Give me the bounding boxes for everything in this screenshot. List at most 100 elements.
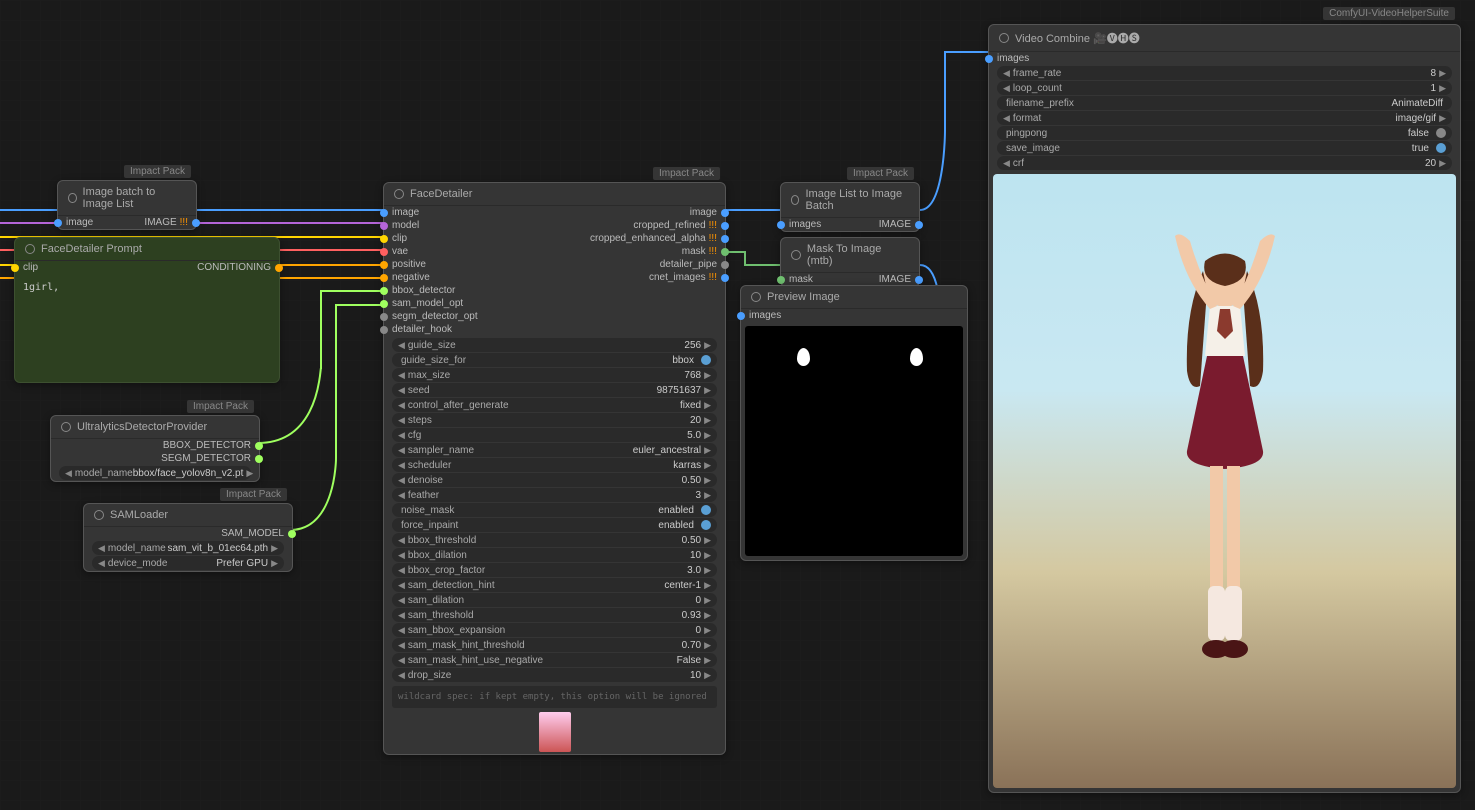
input-images[interactable]: images: [989, 52, 1460, 65]
chevron-left-icon[interactable]: ◀: [398, 460, 405, 471]
param-bbox_dilation[interactable]: ◀bbox_dilation10▶: [392, 548, 717, 562]
param-guide_size[interactable]: ◀guide_size256▶: [392, 338, 717, 352]
node-sam-loader[interactable]: Impact Pack SAMLoader SAM_MODEL ◀model_n…: [83, 503, 293, 572]
chevron-right-icon[interactable]: ▶: [704, 370, 711, 381]
param-scheduler[interactable]: ◀schedulerkarras▶: [392, 458, 717, 472]
output-detailer_pipe[interactable]: detailer_pipe: [384, 258, 725, 271]
param-sam_dilation[interactable]: ◀sam_dilation0▶: [392, 593, 717, 607]
output-sam-model[interactable]: SAM_MODEL: [84, 527, 292, 540]
node-facedetailer[interactable]: Impact Pack FaceDetailer imagemodelclipv…: [383, 182, 726, 755]
param-denoise[interactable]: ◀denoise0.50▶: [392, 473, 717, 487]
chevron-right-icon[interactable]: ▶: [704, 535, 711, 546]
chevron-right-icon[interactable]: ▶: [704, 445, 711, 456]
node-title[interactable]: UltralyticsDetectorProvider: [51, 416, 259, 439]
chevron-left-icon[interactable]: ◀: [398, 625, 405, 636]
param-model-name[interactable]: ◀model_namesam_vit_b_01ec64.pth▶: [92, 541, 284, 555]
chevron-right-icon[interactable]: ▶: [704, 610, 711, 621]
chevron-right-icon[interactable]: ▶: [1439, 158, 1446, 169]
chevron-left-icon[interactable]: ◀: [398, 445, 405, 456]
chevron-left-icon[interactable]: ◀: [1003, 158, 1010, 169]
chevron-right-icon[interactable]: ▶: [704, 400, 711, 411]
toggle-icon[interactable]: [701, 520, 711, 530]
chevron-left-icon[interactable]: ◀: [398, 385, 405, 396]
input-images[interactable]: images: [741, 309, 967, 322]
node-mask-to-image[interactable]: Mask To Image (mtb) mask IMAGE: [780, 237, 920, 287]
chevron-right-icon[interactable]: ▶: [1439, 68, 1446, 79]
chevron-right-icon[interactable]: ▶: [704, 655, 711, 666]
chevron-left-icon[interactable]: ◀: [398, 490, 405, 501]
output-bbox-detector[interactable]: BBOX_DETECTOR: [51, 439, 259, 452]
chevron-left-icon[interactable]: ◀: [398, 595, 405, 606]
chevron-right-icon[interactable]: ▶: [704, 430, 711, 441]
param-filename_prefix[interactable]: filename_prefixAnimateDiff: [997, 96, 1452, 110]
param-frame_rate[interactable]: ◀frame_rate8▶: [997, 66, 1452, 80]
chevron-left-icon[interactable]: ◀: [398, 430, 405, 441]
chevron-left-icon[interactable]: ◀: [398, 655, 405, 666]
chevron-left-icon[interactable]: ◀: [1003, 113, 1010, 124]
node-title[interactable]: SAMLoader: [84, 504, 292, 527]
chevron-left-icon[interactable]: ◀: [398, 370, 405, 381]
param-drop_size[interactable]: ◀drop_size10▶: [392, 668, 717, 682]
chevron-right-icon[interactable]: ▶: [704, 640, 711, 651]
wildcard-text[interactable]: wildcard spec: if kept empty, this optio…: [392, 686, 717, 708]
chevron-left-icon[interactable]: ◀: [398, 400, 405, 411]
output-image[interactable]: image: [384, 206, 725, 219]
chevron-left-icon[interactable]: ◀: [398, 580, 405, 591]
param-sam_bbox_expansion[interactable]: ◀sam_bbox_expansion0▶: [392, 623, 717, 637]
chevron-left-icon[interactable]: ◀: [398, 535, 405, 546]
output-image[interactable]: IMAGE!!!: [58, 216, 196, 229]
param-sam_mask_hint_threshold[interactable]: ◀sam_mask_hint_threshold0.70▶: [392, 638, 717, 652]
chevron-right-icon[interactable]: ▶: [704, 580, 711, 591]
chevron-left-icon[interactable]: ◀: [398, 610, 405, 621]
chevron-left-icon[interactable]: ◀: [398, 670, 405, 681]
param-cfg[interactable]: ◀cfg5.0▶: [392, 428, 717, 442]
node-title[interactable]: Mask To Image (mtb): [781, 238, 919, 273]
chevron-left-icon[interactable]: ◀: [1003, 83, 1010, 94]
output-cnet_images[interactable]: cnet_images!!!: [384, 271, 725, 284]
chevron-right-icon[interactable]: ▶: [704, 415, 711, 426]
param-format[interactable]: ◀formatimage/gif▶: [997, 111, 1452, 125]
param-seed[interactable]: ◀seed98751637▶: [392, 383, 717, 397]
input-bbox_detector[interactable]: bbox_detector: [384, 284, 725, 297]
node-title[interactable]: Image List to Image Batch: [781, 183, 919, 218]
param-model-name[interactable]: ◀model_namebbox/face_yolov8n_v2.pt▶: [59, 466, 251, 480]
param-feather[interactable]: ◀feather3▶: [392, 488, 717, 502]
param-sam_detection_hint[interactable]: ◀sam_detection_hintcenter-1▶: [392, 578, 717, 592]
output-cropped_refined[interactable]: cropped_refined!!!: [384, 219, 725, 232]
chevron-right-icon[interactable]: ▶: [704, 595, 711, 606]
chevron-right-icon[interactable]: ▶: [704, 550, 711, 561]
chevron-left-icon[interactable]: ◀: [1003, 68, 1010, 79]
param-noise_mask[interactable]: noise_maskenabled: [392, 503, 717, 517]
chevron-left-icon[interactable]: ◀: [398, 475, 405, 486]
param-guide_size_for[interactable]: guide_size_forbbox: [392, 353, 717, 367]
param-sam_threshold[interactable]: ◀sam_threshold0.93▶: [392, 608, 717, 622]
chevron-left-icon[interactable]: ◀: [398, 565, 405, 576]
node-image-list-to-batch[interactable]: Impact Pack Image List to Image Batch im…: [780, 182, 920, 232]
param-force_inpaint[interactable]: force_inpaintenabled: [392, 518, 717, 532]
chevron-right-icon[interactable]: ▶: [1439, 113, 1446, 124]
param-steps[interactable]: ◀steps20▶: [392, 413, 717, 427]
output-mask[interactable]: mask!!!: [384, 245, 725, 258]
node-title[interactable]: Video Combine 🎥🅥🅗🅢: [989, 25, 1460, 52]
chevron-right-icon[interactable]: ▶: [704, 475, 711, 486]
output-image[interactable]: IMAGE: [781, 218, 919, 231]
chevron-left-icon[interactable]: ◀: [398, 340, 405, 351]
input-sam_model_opt[interactable]: sam_model_opt: [384, 297, 725, 310]
param-bbox_threshold[interactable]: ◀bbox_threshold0.50▶: [392, 533, 717, 547]
node-ultralytics-detector[interactable]: Impact Pack UltralyticsDetectorProvider …: [50, 415, 260, 482]
output-segm-detector[interactable]: SEGM_DETECTOR: [51, 452, 259, 465]
param-control_after_generate[interactable]: ◀control_after_generatefixed▶: [392, 398, 717, 412]
param-sampler_name[interactable]: ◀sampler_nameeuler_ancestral▶: [392, 443, 717, 457]
toggle-icon[interactable]: [1436, 143, 1446, 153]
node-title[interactable]: Image batch to Image List: [58, 181, 196, 216]
chevron-right-icon[interactable]: ▶: [704, 625, 711, 636]
input-detailer_hook[interactable]: detailer_hook: [384, 323, 725, 336]
node-preview-image[interactable]: Preview Image images: [740, 285, 968, 561]
chevron-right-icon[interactable]: ▶: [1439, 83, 1446, 94]
chevron-right-icon[interactable]: ▶: [704, 670, 711, 681]
toggle-icon[interactable]: [701, 355, 711, 365]
input-segm_detector_opt[interactable]: segm_detector_opt: [384, 310, 725, 323]
node-title[interactable]: Preview Image: [741, 286, 967, 309]
output-conditioning[interactable]: CONDITIONING: [15, 261, 279, 274]
param-pingpong[interactable]: pingpongfalse: [997, 126, 1452, 140]
